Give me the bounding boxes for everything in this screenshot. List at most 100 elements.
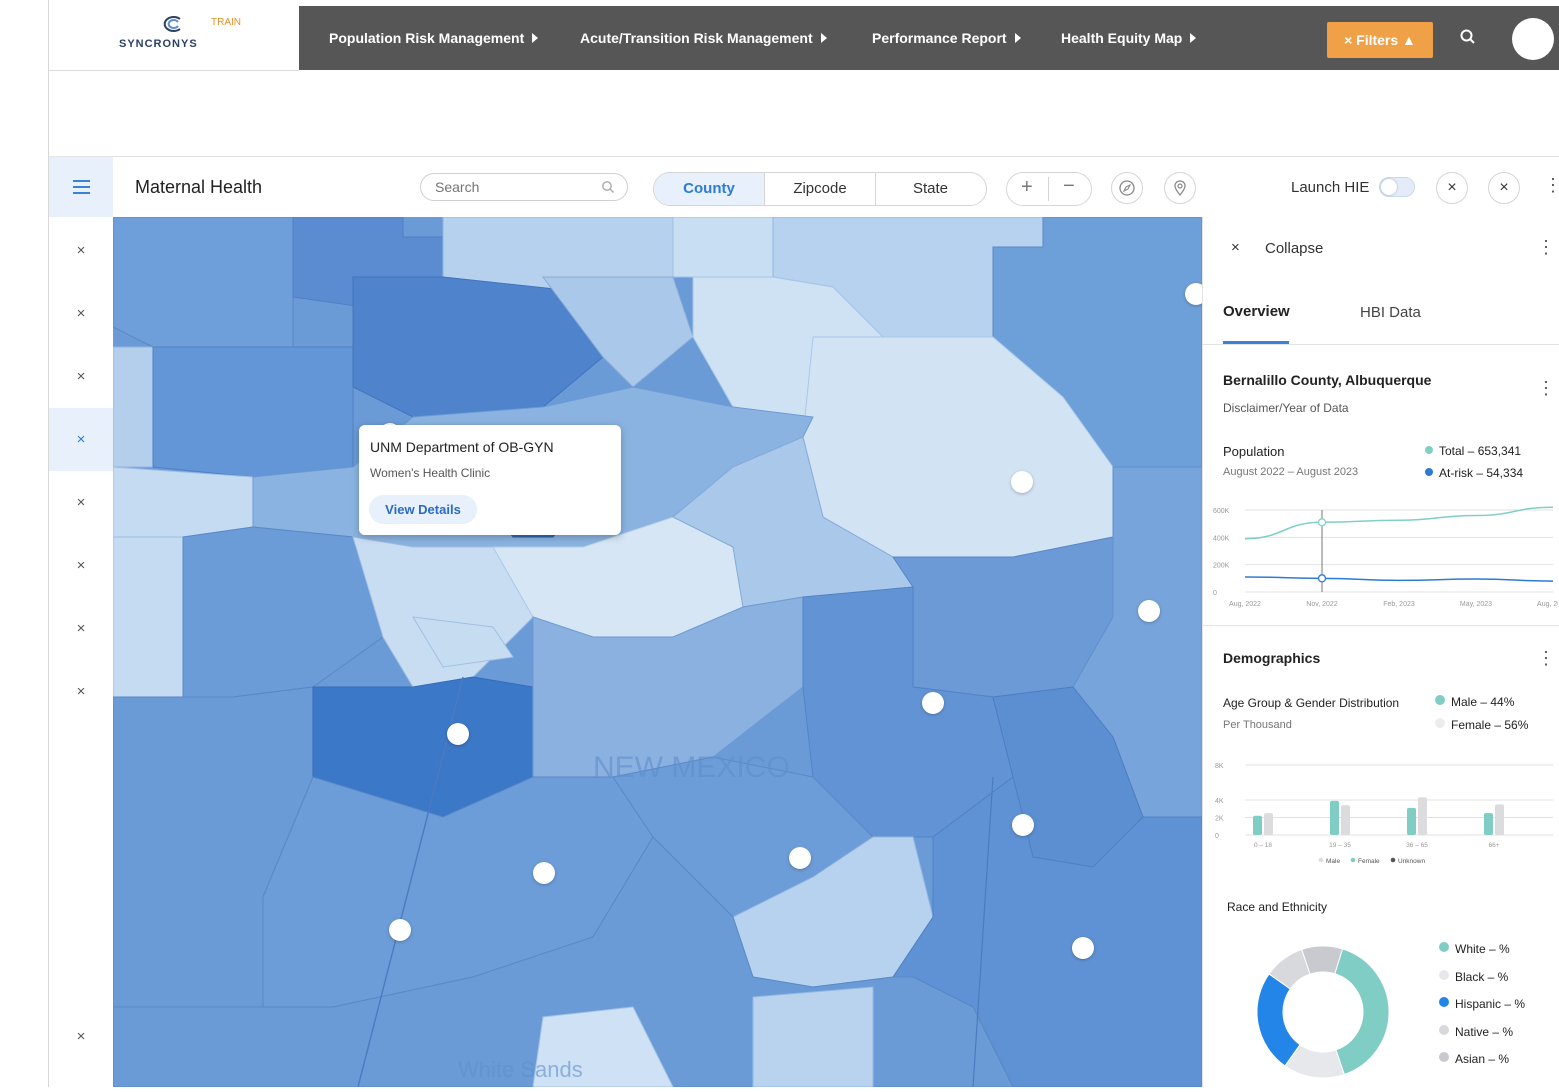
close-button[interactable]: ×	[1488, 172, 1520, 204]
map-marker[interactable]	[1072, 937, 1094, 959]
x-tick-label: 66+	[1488, 842, 1499, 849]
location-popup: UNM Department of OB-GYN Women's Health …	[359, 425, 621, 535]
segment-county[interactable]: County	[654, 173, 764, 205]
race-legend-item: Hispanic – %	[1439, 997, 1525, 1025]
race-legend-item: Black – %	[1439, 969, 1525, 998]
divider	[1203, 344, 1559, 345]
segment-state[interactable]: State	[875, 173, 986, 205]
filters-button[interactable]: × Filters ▲	[1327, 22, 1433, 58]
map-marker[interactable]	[1138, 600, 1160, 622]
search-icon	[602, 181, 614, 193]
layer-remove-button[interactable]: ×	[49, 1005, 113, 1068]
map-marker[interactable]	[1012, 814, 1034, 836]
location-title: Bernalillo County, Albuquerque	[1223, 372, 1432, 388]
map-marker[interactable]	[922, 692, 944, 714]
launch-hie-toggle[interactable]	[1379, 177, 1415, 197]
layer-remove-button[interactable]: ×	[49, 534, 113, 597]
x-tick-label: Nov, 2022	[1306, 601, 1337, 608]
more-options-icon[interactable]: ⋮	[1537, 379, 1555, 397]
zoom-control: + −	[1006, 172, 1092, 206]
collapse-label[interactable]: Collapse	[1265, 240, 1323, 257]
y-tick-label: 0	[1215, 833, 1219, 840]
nav-performance-report[interactable]: Performance Report	[872, 6, 1021, 70]
bar	[1407, 807, 1416, 835]
layer-remove-button[interactable]: ×	[49, 660, 113, 723]
x-tick-label: 19 – 35	[1329, 842, 1351, 849]
collapse-icon[interactable]: ×	[1231, 239, 1240, 256]
compass-button[interactable]	[1111, 172, 1143, 204]
race-legend-item: Asian – %	[1439, 1052, 1525, 1080]
donut-slice	[1256, 973, 1301, 1067]
location-button[interactable]	[1164, 172, 1196, 204]
legend-label: White – %	[1455, 942, 1510, 956]
bar	[1418, 797, 1427, 835]
legend-label: Female	[1358, 858, 1380, 865]
map-marker[interactable]	[1185, 283, 1202, 305]
x-tick-label: 0 – 18	[1254, 842, 1272, 849]
layer-remove-button[interactable]: ×	[49, 597, 113, 660]
menu-bar	[73, 186, 90, 188]
y-tick-label: 4K	[1215, 798, 1224, 805]
legend-label: Asian – %	[1455, 1052, 1510, 1066]
app-window: TRAIN SYNCRONYS Population Risk Manageme…	[48, 0, 1559, 1087]
nav-label: Health Equity Map	[1061, 30, 1183, 46]
legend-label: Male	[1326, 858, 1340, 865]
search-icon[interactable]	[1459, 28, 1477, 46]
hamburger-menu-button[interactable]	[49, 157, 113, 217]
segment-zipcode[interactable]: Zipcode	[764, 173, 876, 205]
map-marker[interactable]	[447, 723, 469, 745]
data-point	[1317, 518, 1327, 527]
layer-remove-button[interactable]: ×	[49, 282, 113, 345]
map-marker[interactable]	[1011, 471, 1033, 493]
population-date-range: August 2022 – August 2023	[1223, 466, 1359, 478]
x-tick-label: 36 – 65	[1406, 842, 1428, 849]
layer-remove-button-active[interactable]: ×	[49, 408, 113, 471]
zoom-in-button[interactable]: +	[1021, 176, 1033, 199]
more-options-icon[interactable]: ⋮	[1537, 649, 1555, 667]
bar	[1495, 804, 1504, 835]
nav-label: Population Risk Management	[329, 30, 525, 46]
menu-bar	[73, 192, 90, 194]
details-panel: × Collapse ⋮ Overview HBI Data Bernalill…	[1202, 217, 1559, 1087]
legend-label: Hispanic – %	[1455, 997, 1526, 1011]
layer-remove-button[interactable]: ×	[49, 345, 113, 408]
choropleth-map[interactable]: NEW MEXICO White Sands UNM Department of…	[113, 217, 1202, 1087]
legend-dot	[1425, 446, 1433, 454]
view-details-button[interactable]: View Details	[369, 495, 477, 524]
age-gender-bar-chart: 8K 4K 2K 0 0 – 18 19 – 35 36 – 65 66+ Male Female…	[1215, 763, 1553, 865]
legend-label: Unknown	[1398, 858, 1425, 865]
legend-at-risk: At-risk – 54,334	[1425, 466, 1523, 480]
map-marker[interactable]	[533, 862, 555, 884]
race-legend-item: Native – %	[1439, 1024, 1525, 1053]
nav-population-risk[interactable]: Population Risk Management	[329, 6, 539, 70]
x-tick-label: May, 2023	[1460, 601, 1492, 608]
legend-dot	[1439, 969, 1449, 980]
search-input[interactable]	[420, 173, 628, 201]
legend-dot	[1425, 468, 1433, 476]
race-title: Race and Ethnicity	[1227, 900, 1328, 914]
legend-dot	[1439, 1024, 1449, 1035]
map-marker[interactable]	[389, 919, 411, 941]
nav-acute-transition-risk[interactable]: Acute/Transition Risk Management	[580, 6, 827, 70]
population-line-chart: 600K 400K 200K 0 Aug, 2022 Nov, 2022 Feb, 2023…	[1213, 506, 1558, 608]
donut-slice	[1334, 948, 1390, 1076]
map-marker[interactable]	[789, 847, 811, 869]
avatar[interactable]	[1512, 18, 1554, 60]
legend-dot	[1435, 695, 1445, 705]
more-options-icon[interactable]: ⋮	[1544, 176, 1559, 194]
clear-button[interactable]: ×	[1436, 172, 1468, 204]
series-line	[1244, 576, 1554, 582]
logo[interactable]: TRAIN SYNCRONYS	[49, 6, 299, 71]
layer-remove-button[interactable]: ×	[49, 471, 113, 534]
legend-dot	[1435, 718, 1445, 728]
legend-dot	[1390, 857, 1396, 863]
divider	[1203, 625, 1559, 626]
legend-dot	[1439, 997, 1449, 1007]
nav-health-equity-map[interactable]: Health Equity Map	[1061, 6, 1197, 70]
more-options-icon[interactable]: ⋮	[1537, 238, 1555, 256]
legend-label: At-risk – 54,334	[1439, 466, 1524, 480]
tab-hbi-data[interactable]: HBI Data	[1360, 304, 1421, 321]
zoom-out-button[interactable]: −	[1063, 175, 1075, 198]
layer-remove-button[interactable]: ×	[49, 219, 113, 282]
tab-overview[interactable]: Overview	[1223, 303, 1290, 320]
